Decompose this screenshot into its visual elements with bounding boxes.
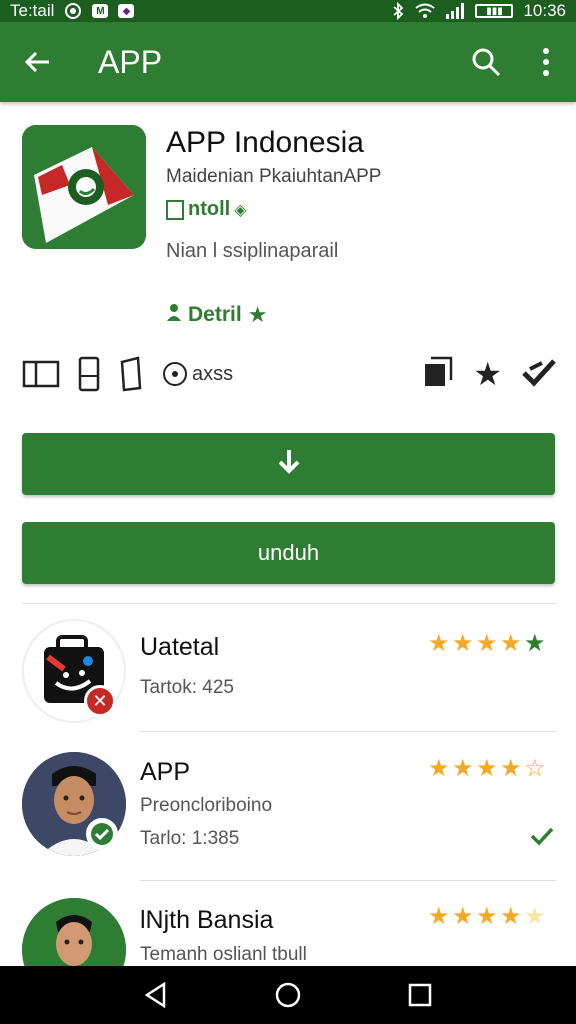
svg-text:★: ★ [428,904,450,928]
app-developer[interactable]: Maidenian PkaiuhtanAPP [166,166,381,188]
install-box-icon [166,199,184,220]
status-bar: Te:tail M ◆ ▮▮▮ 10:36 [0,0,576,22]
search-icon[interactable] [456,22,516,102]
avatar [22,898,126,966]
svg-text:★: ★ [452,631,474,655]
svg-text:★: ★ [476,631,498,655]
star-icon[interactable]: ★ [473,358,502,390]
bluetooth-icon [391,2,405,20]
verified-icon[interactable] [522,357,556,392]
battery-icon: ▮▮▮ [475,4,514,18]
download-button[interactable] [22,433,555,495]
svg-text:★: ★ [500,631,522,655]
divider [140,880,556,881]
home-circle-icon[interactable] [258,966,318,1024]
carrier-label: Te:tail [10,1,55,20]
divider [22,603,556,604]
check-badge-icon [86,818,118,850]
icon-strip: axss ★ [22,352,556,396]
item-subtitle: Tartok: 425 [140,677,234,698]
download-arrow-icon [276,448,302,481]
wifi-icon [415,3,436,19]
diamond-icon: ◈ [234,201,247,219]
app-icon [22,125,146,249]
app-notification-icon: ◆ [118,4,135,18]
item-subtitle: Temanh oslianl tbull [140,944,307,965]
svg-text:★: ★ [428,631,450,655]
list-item[interactable]: lNjth Bansia Temanh oslianl tbull ★ ★ ★ … [0,896,576,966]
detail-label: Detril [188,303,242,326]
svg-text:★: ★ [500,756,522,780]
app-bar-title: APP [98,43,163,80]
item-title: Uatetal [140,633,220,661]
install-label: ntoll [188,198,231,220]
gmail-icon: M [92,4,109,18]
book-icon[interactable] [22,352,60,396]
recents-square-icon[interactable] [390,966,450,1024]
item-meta: Tarlo: 1:385 [140,828,240,849]
list-item[interactable]: ✕ Uatetal Tartok: 425 ★ ★ ★ ★ ★ [0,617,576,729]
svg-text:★: ★ [452,756,474,780]
svg-text:★: ★ [524,631,546,655]
svg-text:★: ★ [428,756,450,780]
check-icon [530,826,554,851]
unduh-button[interactable]: unduh [22,522,555,584]
svg-text:★: ★ [500,904,522,928]
star-rating-icon: ★ ★ ★ ★ ★ [428,631,546,655]
tablet-icon[interactable] [118,352,144,396]
person-icon [166,303,182,327]
item-title: APP [140,758,191,786]
whatsapp-icon [64,2,82,20]
app-name: APP Indonesia [166,126,364,159]
install-status: ntoll ◈ [166,198,247,221]
svg-text:★: ★ [452,904,474,928]
signal-icon [445,3,465,19]
back-triangle-icon[interactable] [126,966,186,1024]
copy-icon[interactable] [423,356,453,393]
navigation-bar [0,966,576,1024]
divider [140,731,556,732]
status-time: 10:36 [523,1,566,20]
app-tagline: Nian l ssiplinaparail [166,240,339,262]
item-title: lNjth Bansia [140,906,274,934]
svg-text:★: ★ [476,904,498,928]
star-icon: ★ [247,302,268,327]
svg-text:☆: ☆ [524,756,546,780]
rating-stars: ★ ★ ★ ★ ☆ [428,756,552,780]
list-item[interactable]: APP Preoncloriboino Tarlo: 1:385 ★ ★ ★ ★… [0,748,576,868]
close-badge-icon: ✕ [84,685,116,717]
item-subtitle: Preoncloriboino [140,795,273,816]
phone-icon[interactable] [78,352,100,396]
rating-stars: ★ ★ ★ ★ ★ [428,904,552,928]
detail-link[interactable]: Detril ★ [166,302,267,328]
app-bar: APP [0,22,576,102]
target-icon[interactable] [162,352,188,396]
back-arrow-icon[interactable] [0,22,76,102]
svg-text:★: ★ [524,904,546,928]
more-vert-icon[interactable] [516,22,576,102]
rating-stars: ★ ★ ★ ★ ★ [428,631,552,655]
svg-text:★: ★ [476,756,498,780]
strip-text: axss [192,362,234,385]
